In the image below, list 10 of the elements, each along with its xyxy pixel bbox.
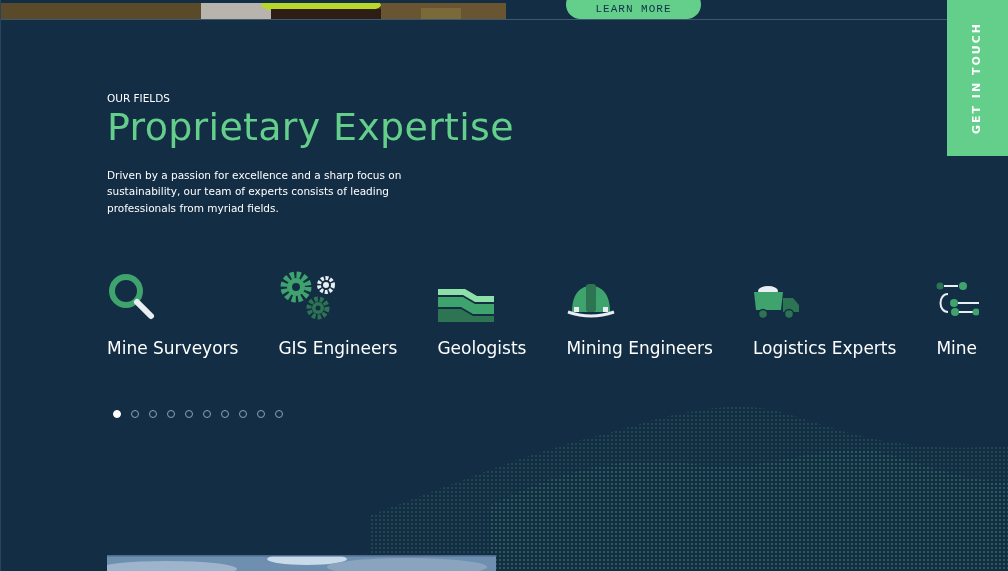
section-description: Driven by a passion for excellence and a sharp focus on sustainability, our team of experts consists of leading professionals from myriad fields. [107, 167, 403, 216]
field-label: Mine [936, 337, 977, 361]
field-label: Mine Surveyors [107, 337, 239, 361]
learn-more-button[interactable]: LEARN MORE [566, 0, 701, 19]
rock-strata-icon [437, 288, 496, 323]
field-label: Logistics Experts [752, 337, 897, 361]
field-label: GIS Engineers [278, 337, 398, 361]
field-label: Geologists [437, 337, 527, 361]
field-label: Mining Engineers [566, 337, 713, 361]
section-title: Proprietary Expertise [107, 106, 514, 149]
